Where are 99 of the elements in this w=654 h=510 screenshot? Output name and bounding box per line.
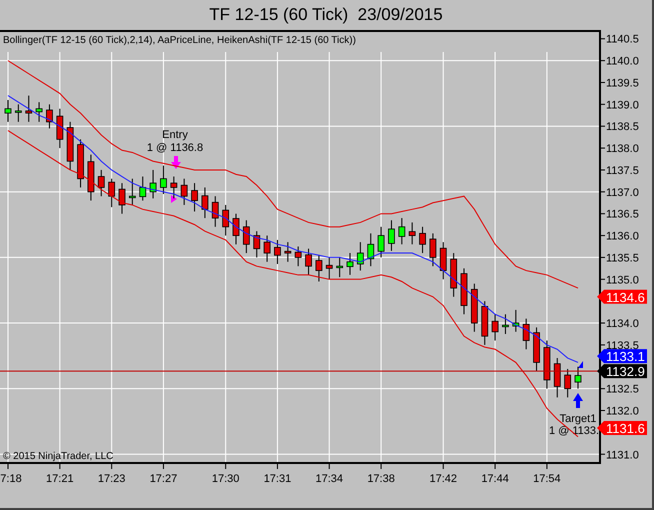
triangle-icon bbox=[578, 361, 583, 368]
candlestick bbox=[108, 178, 116, 208]
candlestick bbox=[222, 204, 230, 236]
candlestick bbox=[98, 169, 105, 197]
candlestick bbox=[346, 252, 354, 276]
candlestick bbox=[160, 165, 167, 195]
axis-label: 7:18 bbox=[0, 473, 22, 485]
candlestick bbox=[408, 222, 416, 245]
candlestick bbox=[544, 340, 550, 390]
candlestick bbox=[512, 309, 520, 332]
candlestick bbox=[554, 358, 561, 398]
candlestick bbox=[481, 300, 488, 346]
candlestick bbox=[450, 252, 458, 298]
axis-label: 1139.0 bbox=[606, 99, 639, 112]
candlestick bbox=[388, 220, 395, 252]
axis-label: 1137.0 bbox=[606, 186, 639, 199]
candlestick bbox=[88, 154, 94, 202]
candlestick bbox=[56, 108, 64, 149]
axis-label: 17:31 bbox=[264, 473, 292, 485]
candlestick bbox=[398, 218, 406, 245]
axis-label: 1137.5 bbox=[606, 164, 639, 177]
candlestick bbox=[305, 248, 312, 276]
axis-label: 1136.0 bbox=[606, 230, 639, 243]
candlestick bbox=[139, 176, 146, 202]
axis-label: 17:44 bbox=[481, 473, 509, 485]
price-tag: 1134.6 bbox=[597, 290, 647, 305]
axis-label: 17:42 bbox=[430, 473, 458, 485]
axis-label: 1136.5 bbox=[606, 208, 639, 221]
candlestick bbox=[14, 104, 22, 122]
candlestick bbox=[170, 176, 178, 199]
price-tag: 1132.9 bbox=[597, 364, 647, 380]
axis-label: 1132.0 bbox=[606, 406, 639, 418]
axis-label: 17:54 bbox=[533, 473, 561, 485]
candlestick bbox=[284, 242, 292, 262]
candlestick bbox=[180, 178, 188, 206]
axis-label: 1135.0 bbox=[606, 274, 639, 286]
axis-label: 1134.0 bbox=[606, 318, 639, 330]
candlestick bbox=[46, 104, 53, 129]
axis-label: 1132.5 bbox=[606, 384, 639, 396]
axis-label: 1133.5 bbox=[606, 340, 639, 352]
candlestick bbox=[502, 314, 509, 334]
candlestick bbox=[492, 314, 498, 342]
price-tag: 1133.1 bbox=[597, 349, 647, 364]
axis-label: 1135.5 bbox=[606, 252, 639, 264]
candlestick bbox=[128, 178, 136, 206]
axis-label: 1139.5 bbox=[606, 77, 639, 90]
up-arrow-icon bbox=[573, 393, 583, 408]
candlestick bbox=[367, 232, 374, 267]
candlestick bbox=[264, 235, 270, 262]
candlestick bbox=[430, 232, 436, 267]
candlestick bbox=[253, 230, 260, 258]
candlestick bbox=[242, 220, 250, 254]
candlestick bbox=[36, 102, 42, 122]
axis-label: 17:30 bbox=[212, 473, 240, 485]
candlestick bbox=[202, 186, 208, 219]
marker-label: 1 @ 1136.8 bbox=[146, 142, 204, 154]
axis-label: 1131.0 bbox=[606, 449, 639, 462]
candlestick bbox=[533, 326, 540, 372]
candlestick bbox=[4, 99, 12, 122]
window-title: TF 12-15 (60 Tick) 23/09/2015 bbox=[208, 4, 444, 26]
candlestick bbox=[232, 213, 240, 245]
candlestick bbox=[294, 246, 302, 267]
candlestick bbox=[77, 138, 84, 188]
candlestick bbox=[378, 226, 384, 258]
axis-label: 17:23 bbox=[98, 473, 126, 485]
marker-label: 1 @ 1133. bbox=[548, 425, 600, 437]
axis-label: 17:38 bbox=[367, 473, 395, 485]
candlestick bbox=[150, 169, 156, 199]
indicator-legend: Bollinger(TF 12-15 (60 Tick),2,14), AaPriceLine, HeikenAshi(TF 12-15 (60 Tick)) bbox=[3, 35, 356, 46]
candlestick bbox=[66, 121, 74, 170]
candlestick bbox=[574, 366, 582, 390]
price-tag: 1131.6 bbox=[597, 421, 647, 436]
candlestick bbox=[336, 256, 344, 278]
candlestick bbox=[274, 239, 281, 264]
candlestick bbox=[326, 256, 333, 280]
candlestick bbox=[118, 182, 126, 214]
marker-label: Entry bbox=[162, 129, 188, 141]
candlestick bbox=[212, 196, 219, 228]
down-arrow-icon bbox=[171, 156, 181, 169]
candlestick bbox=[564, 368, 572, 398]
axis-label: 17:27 bbox=[150, 473, 178, 485]
axis-label: 1138.5 bbox=[606, 121, 639, 134]
marker-label: Target1 bbox=[560, 413, 596, 425]
candlestick bbox=[25, 95, 32, 122]
candlestick bbox=[460, 268, 468, 315]
candlestick bbox=[440, 242, 447, 280]
axis-label: 1140.5 bbox=[606, 34, 639, 46]
candlestick bbox=[356, 242, 364, 272]
axis-label: 17:21 bbox=[46, 473, 74, 485]
candlestick bbox=[470, 283, 478, 332]
candlestick bbox=[419, 226, 426, 254]
axis-label: 1138.0 bbox=[606, 143, 639, 156]
candlestick bbox=[522, 318, 530, 350]
copyright-text: © 2015 NinjaTrader, LLC bbox=[3, 451, 114, 462]
axis-label: 1140.0 bbox=[606, 56, 639, 68]
axis-label: 17:34 bbox=[316, 473, 344, 485]
candlestick bbox=[191, 182, 198, 212]
candlestick bbox=[316, 254, 322, 282]
triangle-icon bbox=[171, 195, 177, 203]
